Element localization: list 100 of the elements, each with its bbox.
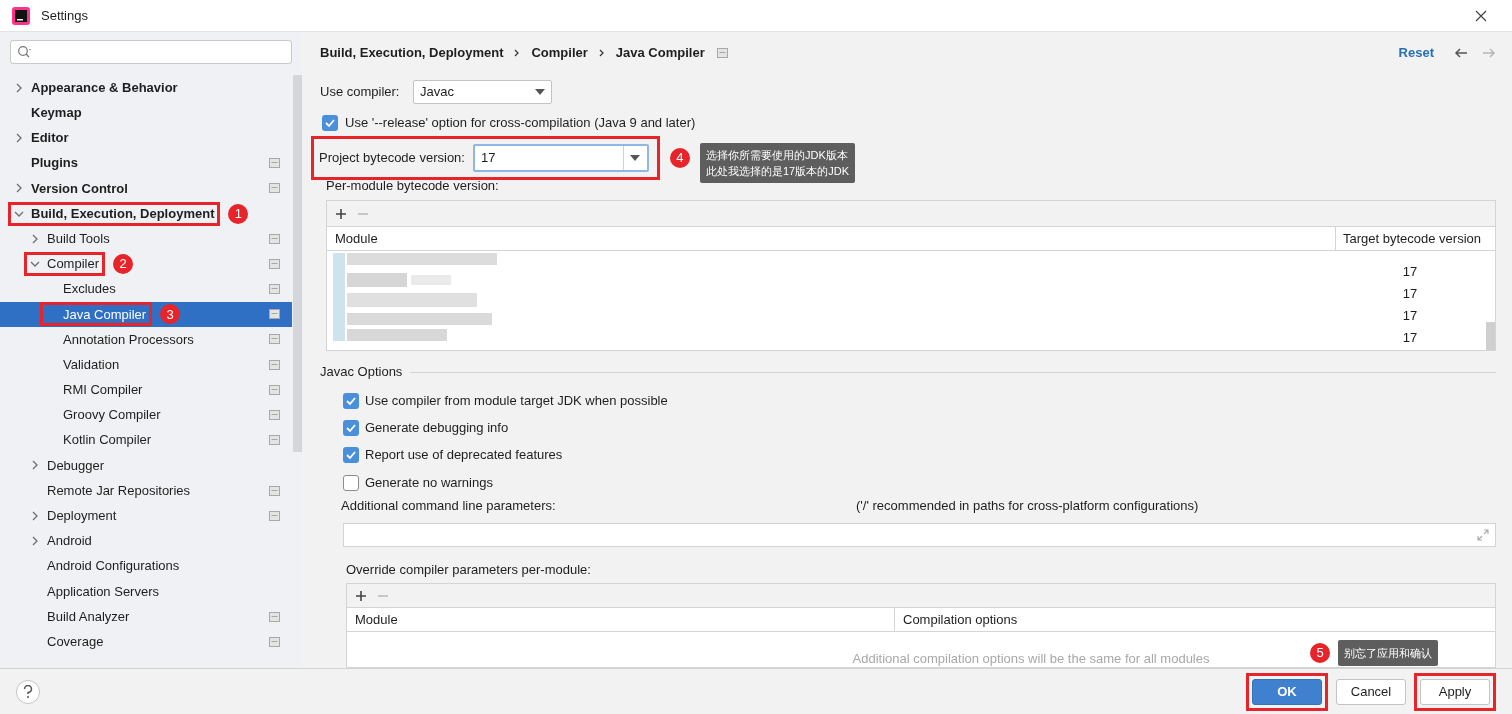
chevron-right-icon[interactable]: [30, 233, 40, 244]
chevron-right-icon[interactable]: [30, 460, 40, 471]
help-button[interactable]: [16, 679, 40, 704]
scrollbar[interactable]: [1486, 322, 1495, 350]
table-cell-text: 17: [1401, 307, 1419, 326]
tree-item[interactable]: Appearance & Behavior: [0, 75, 292, 101]
back-arrow-icon[interactable]: [1454, 47, 1468, 59]
parameters-input-field[interactable]: [343, 523, 1496, 548]
tree-item-label: RMI Compiler: [63, 381, 143, 400]
tree-item[interactable]: Groovy Compiler: [0, 402, 292, 428]
help-icon: [23, 684, 33, 699]
column-header: Compilation options: [894, 608, 1495, 632]
app-logo-icon: [12, 6, 30, 25]
tree-item-label: Version Control: [31, 179, 128, 198]
checkbox-label: Generate no warnings: [365, 473, 493, 492]
bytecode-version-combobox[interactable]: 17: [472, 144, 649, 172]
tree-item[interactable]: Build Analyzer: [0, 603, 292, 630]
close-icon[interactable]: [1474, 8, 1488, 23]
tree-item-label: Android: [47, 532, 92, 551]
breadcrumb-item[interactable]: Build, Execution, Deployment: [320, 43, 504, 63]
chevron-right-icon[interactable]: [30, 535, 40, 546]
column-header: Module: [354, 610, 399, 629]
tree-item[interactable]: Java Compiler 3: [0, 301, 292, 327]
checkbox[interactable]: [343, 474, 359, 491]
tree-item-label: Debugger: [47, 456, 105, 475]
checkbox-label: Report use of deprecated features: [365, 446, 563, 465]
compiler-dropdown[interactable]: Javac: [413, 80, 552, 104]
tree-item-label: Deployment: [47, 507, 117, 526]
tree-item-label: Excludes: [63, 280, 116, 299]
chevron-right-icon[interactable]: [14, 183, 24, 194]
tree-item[interactable]: Coverage: [0, 629, 292, 655]
search-icon: [17, 45, 33, 59]
tree-item[interactable]: Plugins: [0, 150, 292, 176]
empty-table-text: Additional compilation options will be the same for all modules: [852, 651, 1210, 666]
tree-item[interactable]: Android Configurations: [0, 553, 292, 579]
tree-item-label: Build, Execution, Deployment: [31, 204, 215, 223]
tree-item[interactable]: Validation: [0, 352, 292, 378]
tree-item-label: Application Servers: [47, 582, 159, 601]
tree-item[interactable]: Build Tools: [0, 226, 292, 252]
tree-item-label: Coverage: [47, 632, 104, 651]
checkbox-label: Use compiler from module target JDK when possible: [365, 391, 668, 410]
step-number-badge: 4: [669, 148, 690, 168]
step-number-badge: 1: [228, 203, 249, 224]
column-header: Module: [334, 229, 379, 248]
tree-item-label: Plugins: [31, 154, 78, 173]
tooltip: 选择你所需要使用的JDK版本 此处我选择的是17版本的JDK: [699, 143, 855, 183]
dropdown-arrow-icon: [630, 155, 641, 161]
tree-item-label: Appearance & Behavior: [31, 78, 178, 97]
checkbox[interactable]: [322, 115, 338, 131]
table-cell-text: 17: [1401, 263, 1419, 282]
tree-item[interactable]: Deployment: [0, 503, 292, 529]
expand-icon[interactable]: [1477, 529, 1489, 542]
chevron-right-icon[interactable]: [14, 132, 24, 143]
dialog-button[interactable]: Cancel: [1336, 678, 1406, 705]
tree-item-label: Build Tools: [47, 229, 110, 248]
dialog-button[interactable]: OK: [1252, 678, 1322, 705]
dialog-button[interactable]: Apply: [1420, 678, 1490, 705]
tree-item-label: Android Configurations: [47, 557, 180, 576]
tree-item[interactable]: Version Control: [0, 175, 292, 201]
breadcrumb-item[interactable]: Java Compiler: [615, 43, 705, 63]
checkbox-label: Use '--release' option for cross-compilation (Java 9 and later): [345, 114, 696, 133]
tree-item[interactable]: RMI Compiler: [0, 377, 292, 403]
checkbox[interactable]: [343, 392, 359, 409]
field-label: Additional command line parameters:: [341, 497, 557, 516]
tree-item[interactable]: Kotlin Compiler: [0, 427, 292, 453]
checkbox-label: Generate debugging info: [365, 419, 509, 438]
breadcrumb-item[interactable]: Compiler: [531, 43, 588, 63]
tree-item[interactable]: Compiler 2: [0, 251, 292, 277]
tree-item[interactable]: Annotation Processors: [0, 326, 292, 353]
table-cell-text: 17: [1401, 329, 1419, 348]
field-label: Use compiler:: [320, 83, 401, 102]
tree-item[interactable]: Keymap: [0, 100, 292, 126]
scrollbar[interactable]: [293, 75, 302, 452]
dropdown-arrow-icon: [535, 89, 545, 95]
tree-item[interactable]: Debugger: [0, 452, 292, 478]
section-title: Javac Options: [320, 363, 403, 382]
field-label: Project bytecode version:: [319, 149, 465, 168]
step-number-badge: 2: [113, 253, 133, 274]
tree-item[interactable]: Application Servers: [0, 578, 292, 604]
tree-item-label: Build Analyzer: [47, 607, 130, 626]
reset-link[interactable]: Reset: [1398, 43, 1434, 63]
step-number-badge: 3: [160, 304, 181, 325]
search-field[interactable]: [10, 40, 292, 64]
add-icon[interactable]: [355, 589, 367, 602]
tree-item-label: Java Compiler: [63, 305, 147, 324]
tree-item-label: Remote Jar Repositories: [47, 481, 191, 500]
tree-item[interactable]: Excludes: [0, 276, 292, 302]
chevron-right-icon[interactable]: [14, 82, 24, 93]
checkbox[interactable]: [343, 419, 359, 436]
tree-item[interactable]: Remote Jar Repositories: [0, 478, 292, 504]
tree-item-label: Compiler: [47, 255, 99, 274]
tree-item[interactable]: Editor: [0, 125, 292, 151]
section-label: Override compiler parameters per-module:: [346, 561, 592, 579]
window-title: Settings: [41, 6, 88, 25]
table-cell-text: 17: [1401, 285, 1419, 304]
tree-item-label: Keymap: [31, 104, 82, 123]
checkbox[interactable]: [343, 447, 359, 464]
chevron-right-icon[interactable]: [30, 510, 40, 521]
tree-item[interactable]: Android: [0, 528, 292, 554]
add-icon[interactable]: [335, 207, 347, 220]
